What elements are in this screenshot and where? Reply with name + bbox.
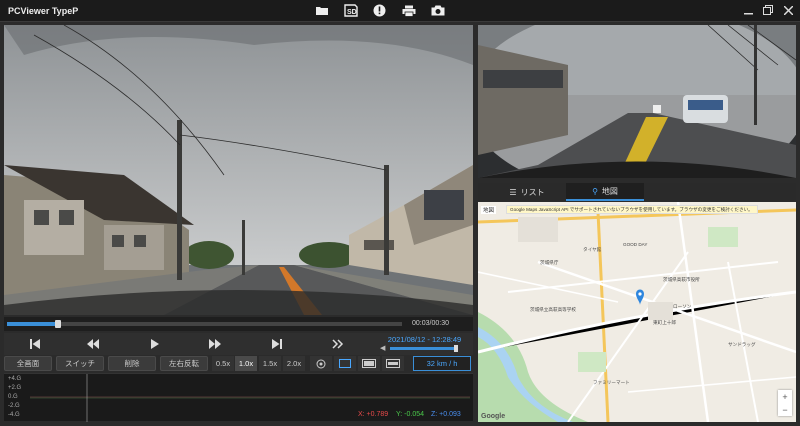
secondary-video-view[interactable] — [478, 25, 796, 178]
zoom-out-icon[interactable]: − — [782, 405, 787, 415]
print-icon[interactable] — [400, 3, 417, 18]
map-zoom-controls: + − — [778, 390, 792, 416]
google-logo: Google — [481, 413, 506, 420]
g-y-value: Y: -0.054 — [396, 411, 425, 418]
g-axis-label: +4.G — [8, 376, 22, 382]
speed-display: 32 km / h — [413, 356, 471, 371]
restore-icon[interactable] — [762, 4, 774, 16]
seek-progress — [7, 322, 59, 326]
map-place-label: サンドラッグ — [728, 342, 756, 347]
main-video-view[interactable] — [4, 25, 473, 315]
skip-next-icon[interactable] — [270, 337, 284, 351]
list-icon: ☰ — [509, 187, 517, 197]
volume-thumb[interactable] — [454, 345, 459, 352]
skip-previous-icon[interactable] — [28, 337, 42, 351]
title-bar: PCViewer TypeP SD — [0, 0, 800, 22]
map-place-label: 茨城県高萩市役所 — [663, 277, 700, 282]
g-axis-label: -2.G — [8, 403, 20, 409]
sd-card-icon[interactable]: SD — [342, 3, 359, 18]
action-button-row: 全画面 スイッチ 削除 左右反転 0.5x 1.0x 1.5x 2.0x 32 … — [4, 356, 473, 372]
map-place-label: GOOD DAY — [623, 242, 648, 247]
app-title: PCViewer TypeP — [8, 6, 79, 16]
g-axis-label: 0.G — [8, 394, 18, 400]
flip-button[interactable]: 左右反転 — [160, 356, 208, 371]
speed-0.5x-button[interactable]: 0.5x — [212, 356, 234, 371]
layout-single-icon[interactable] — [334, 356, 356, 371]
map-place-label: ローソン — [673, 304, 692, 309]
volume-icon[interactable]: ◀ — [380, 344, 385, 352]
tab-list[interactable]: ☰ リスト — [488, 183, 566, 201]
minimize-icon[interactable] — [742, 4, 754, 16]
svg-text:SD: SD — [347, 9, 357, 16]
folder-icon[interactable] — [313, 3, 330, 18]
g-x-value: X: +0.789 — [358, 411, 389, 418]
info-icon[interactable] — [371, 3, 388, 18]
toolbar: SD — [313, 3, 446, 18]
browser-notice: Google Maps JavaScript API でサポートされていないブラ… — [506, 205, 758, 214]
map-pin-icon: ⚲ — [592, 186, 598, 196]
map-image — [478, 202, 796, 422]
layout-wide-icon[interactable] — [382, 356, 404, 371]
g-sensor-graph: +4.G +2.G 0.G -2.G -4.G X: +0.789 Y: -0.… — [4, 373, 473, 422]
tab-list-label: リスト — [520, 187, 545, 197]
map-place-label: 茨城県立高萩高等学校 — [530, 307, 576, 312]
play-icon[interactable] — [148, 337, 162, 351]
speed-1.0x-button[interactable]: 1.0x — [235, 356, 257, 371]
target-icon[interactable] — [310, 356, 332, 371]
g-z-value: Z: +0.093 — [431, 411, 461, 418]
side-tabs: ☰ リスト ⚲ 地図 — [478, 183, 796, 201]
map-place-label: ファミリーマート — [593, 380, 630, 385]
camera-icon[interactable] — [429, 3, 446, 18]
seek-bar-area: 00:03/00:30 — [4, 317, 473, 331]
switch-button[interactable]: スイッチ — [56, 356, 104, 371]
layout-split-icon[interactable] — [358, 356, 380, 371]
playback-controls: 2021/08/12 - 12:28:49 ◀ — [4, 333, 473, 355]
map-view[interactable]: 地図 Google Maps JavaScript API でサポートされていな… — [478, 202, 796, 422]
double-chevron-right-icon[interactable] — [331, 337, 345, 351]
seek-thumb[interactable] — [55, 320, 62, 328]
map-place-label: タイヤ館 — [583, 247, 602, 252]
time-display: 00:03/00:30 — [412, 320, 449, 327]
fullscreen-button[interactable]: 全画面 — [4, 356, 52, 371]
delete-button[interactable]: 削除 — [108, 356, 156, 371]
fast-forward-icon[interactable] — [208, 337, 222, 351]
front-camera-image — [478, 25, 796, 178]
map-place-label: 茨城県庁 — [540, 260, 559, 265]
speed-1.5x-button[interactable]: 1.5x — [259, 356, 281, 371]
map-place-label: 東町上十郎 — [653, 320, 676, 325]
zoom-in-icon[interactable]: + — [782, 392, 787, 402]
recording-datetime: 2021/08/12 - 12:28:49 — [387, 335, 462, 344]
tab-map-label: 地図 — [601, 186, 618, 196]
street-scene-image — [4, 25, 473, 315]
volume-slider[interactable] — [390, 347, 459, 350]
g-axis-label: -4.G — [8, 412, 20, 418]
map-label: 地図 — [481, 206, 497, 214]
speed-2.0x-button[interactable]: 2.0x — [283, 356, 305, 371]
window-controls — [742, 4, 794, 16]
g-axis-label: +2.G — [8, 385, 22, 391]
notice-text: Google Maps JavaScript API でサポートされていないブラ… — [510, 207, 753, 212]
close-icon[interactable] — [782, 4, 794, 16]
rewind-icon[interactable] — [86, 337, 100, 351]
tab-map[interactable]: ⚲ 地図 — [566, 183, 644, 201]
seek-bar[interactable] — [7, 320, 402, 328]
